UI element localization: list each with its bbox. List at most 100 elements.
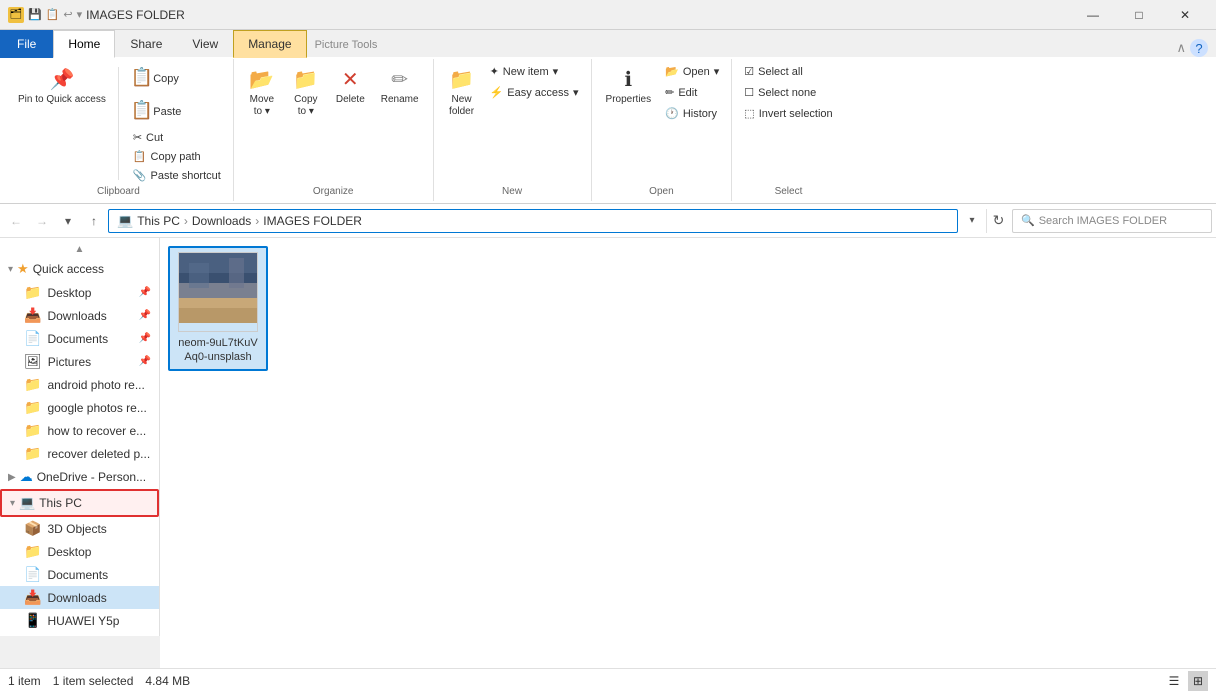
address-box[interactable]: 💻 This PC › Downloads › IMAGES FOLDER bbox=[108, 209, 958, 233]
open-label: Open bbox=[649, 184, 673, 197]
folder-icon: 📦 bbox=[24, 520, 41, 537]
invert-selection-icon: ⬚ bbox=[744, 107, 754, 120]
file-item-image[interactable]: neom-9uL7tKuV Aq0-unsplash bbox=[168, 246, 268, 371]
minimize-button[interactable]: — bbox=[1070, 0, 1116, 30]
sidebar-item-google-photos[interactable]: 📁 google photos re... bbox=[0, 396, 159, 419]
pin-indicator: 📌 bbox=[139, 310, 151, 321]
this-pc-icon: 💻 bbox=[19, 495, 35, 511]
open-button[interactable]: 📂 Open ▾ bbox=[661, 63, 723, 80]
maximize-button[interactable]: □ bbox=[1116, 0, 1162, 30]
tab-manage[interactable]: Manage bbox=[233, 30, 306, 58]
refresh-button[interactable]: ↻ bbox=[986, 209, 1010, 233]
pin-icon: 📌 bbox=[49, 67, 74, 92]
paste-shortcut-button[interactable]: 📎 Paste shortcut bbox=[129, 167, 225, 184]
properties-icon: ℹ bbox=[625, 67, 633, 92]
edit-icon: ✏ bbox=[665, 86, 674, 99]
thumbnail-svg bbox=[179, 253, 258, 332]
address-dropdown-button[interactable]: ▾ bbox=[960, 209, 984, 233]
new-folder-button[interactable]: 📁 Newfolder bbox=[442, 63, 482, 122]
history-button[interactable]: 🕐 History bbox=[661, 105, 723, 122]
sidebar-item-how-to-recover[interactable]: 📁 how to recover e... bbox=[0, 419, 159, 442]
rename-button[interactable]: ✏ Rename bbox=[375, 63, 425, 110]
folder-icon: 📁 bbox=[24, 376, 41, 393]
pin-indicator: 📌 bbox=[139, 356, 151, 367]
breadcrumb-images-folder[interactable]: IMAGES FOLDER bbox=[263, 214, 362, 228]
this-pc-icon: 💻 bbox=[117, 213, 133, 229]
clipboard-label: Clipboard bbox=[97, 184, 140, 197]
app-icon: 🗂 bbox=[8, 7, 24, 23]
pin-indicator: 📌 bbox=[139, 287, 151, 298]
sidebar-item-pictures[interactable]: 🖼 Pictures 📌 bbox=[0, 350, 159, 373]
new-item-button[interactable]: ✦ New item ▾ bbox=[486, 63, 583, 80]
up-button[interactable]: ↑ bbox=[82, 209, 106, 233]
clipboard-content: 📌 Pin to Quick access 📋 Copy 📋 Paste ✂ C… bbox=[12, 63, 225, 184]
folder-icon: 📁 bbox=[24, 399, 41, 416]
ribbon-collapse-icon[interactable]: ∧ bbox=[1176, 40, 1186, 56]
cut-button[interactable]: ✂ Cut bbox=[129, 129, 225, 146]
this-pc-header[interactable]: ▾ 💻 This PC bbox=[0, 489, 159, 517]
divider bbox=[118, 67, 119, 180]
easy-access-button[interactable]: ⚡ Easy access ▾ bbox=[486, 84, 583, 101]
folder-icon: 📥 bbox=[24, 589, 41, 606]
recent-button[interactable]: ▾ bbox=[56, 209, 80, 233]
breadcrumb-downloads[interactable]: Downloads bbox=[192, 214, 251, 228]
quick-access-icon: 💾 bbox=[28, 8, 42, 21]
sidebar-item-recover-deleted[interactable]: 📁 recover deleted p... bbox=[0, 442, 159, 465]
sidebar-item-pc-downloads[interactable]: 📥 Downloads bbox=[0, 586, 159, 609]
window-title: IMAGES FOLDER bbox=[86, 8, 185, 22]
new-folder-icon: 📁 bbox=[449, 67, 474, 92]
onedrive-header[interactable]: ▶ ☁ OneDrive - Person... bbox=[0, 465, 159, 489]
paste-button[interactable]: 📋 Paste bbox=[125, 96, 225, 127]
delete-button[interactable]: ✕ Delete bbox=[330, 63, 371, 110]
close-button[interactable]: ✕ bbox=[1162, 0, 1208, 30]
copy-to-button[interactable]: 📁 Copyto ▾ bbox=[286, 63, 326, 122]
copy-button[interactable]: 📋 Copy bbox=[125, 63, 225, 94]
sidebar-item-documents[interactable]: 📄 Documents 📌 bbox=[0, 327, 159, 350]
copy-path-button[interactable]: 📋 Copy path bbox=[129, 148, 225, 165]
search-box[interactable]: 🔍 Search IMAGES FOLDER bbox=[1012, 209, 1212, 233]
ribbon-group-organize: 📂 Moveto ▾ 📁 Copyto ▾ ✕ Delete ✏ Rename … bbox=[234, 59, 434, 201]
title-bar: 🗂 💾 📋 ↩ ▾ IMAGES FOLDER — □ ✕ bbox=[0, 0, 1216, 30]
easy-access-icon: ⚡ bbox=[490, 86, 504, 99]
select-all-button[interactable]: ☑ Select all bbox=[740, 63, 836, 80]
large-icons-view-button[interactable]: ⊞ bbox=[1188, 671, 1208, 691]
back-button[interactable]: ← bbox=[4, 209, 28, 233]
breadcrumb-this-pc[interactable]: This PC bbox=[137, 214, 180, 228]
status-info: 1 item 1 item selected 4.84 MB bbox=[8, 674, 190, 688]
scroll-up-indicator[interactable]: ▲ bbox=[0, 242, 159, 257]
help-icon[interactable]: ? bbox=[1190, 39, 1208, 57]
sidebar-item-downloads[interactable]: 📥 Downloads 📌 bbox=[0, 304, 159, 327]
content-area[interactable]: neom-9uL7tKuV Aq0-unsplash bbox=[160, 238, 1216, 668]
sidebar-item-pc-documents[interactable]: 📄 Documents bbox=[0, 563, 159, 586]
sidebar-item-3d-objects[interactable]: 📦 3D Objects bbox=[0, 517, 159, 540]
invert-selection-button[interactable]: ⬚ Invert selection bbox=[740, 105, 836, 122]
sidebar-item-pc-desktop[interactable]: 📁 Desktop bbox=[0, 540, 159, 563]
edit-button[interactable]: ✏ Edit bbox=[661, 84, 723, 101]
sidebar-item-android[interactable]: 📁 android photo re... bbox=[0, 373, 159, 396]
move-to-button[interactable]: 📂 Moveto ▾ bbox=[242, 63, 282, 122]
tab-file[interactable]: File bbox=[0, 30, 53, 58]
organize-content: 📂 Moveto ▾ 📁 Copyto ▾ ✕ Delete ✏ Rename bbox=[242, 63, 425, 184]
file-thumbnail bbox=[178, 252, 258, 332]
tab-home[interactable]: Home bbox=[53, 30, 115, 58]
sidebar-item-desktop[interactable]: 📁 Desktop 📌 bbox=[0, 281, 159, 304]
move-icon: 📂 bbox=[249, 67, 274, 92]
ribbon-group-select: ☑ Select all ☐ Select none ⬚ Invert sele… bbox=[732, 59, 844, 201]
sidebar-item-huawei[interactable]: 📱 HUAWEI Y5p bbox=[0, 609, 159, 632]
tab-share[interactable]: Share bbox=[115, 30, 177, 58]
undo-icon: ↩ bbox=[63, 8, 72, 21]
properties-button[interactable]: ℹ Properties bbox=[600, 63, 658, 109]
rename-icon: ✏ bbox=[391, 67, 408, 92]
forward-button[interactable]: → bbox=[30, 209, 54, 233]
select-none-button[interactable]: ☐ Select none bbox=[740, 84, 836, 101]
quick-access-header[interactable]: ▾ ★ Quick access bbox=[0, 257, 159, 281]
folder-icon: 📄 bbox=[24, 566, 41, 583]
title-bar-left: 🗂 💾 📋 ↩ ▾ IMAGES FOLDER bbox=[8, 7, 185, 23]
folder-icon: 📁 bbox=[24, 543, 41, 560]
pin-to-quick-access-button[interactable]: 📌 Pin to Quick access bbox=[12, 63, 112, 110]
quick-access-icon2: 📋 bbox=[46, 8, 60, 21]
folder-icon: 📁 bbox=[24, 445, 41, 462]
details-view-button[interactable]: ☰ bbox=[1164, 671, 1184, 691]
new-content: 📁 Newfolder ✦ New item ▾ ⚡ Easy access ▾ bbox=[442, 63, 583, 184]
tab-view[interactable]: View bbox=[177, 30, 233, 58]
